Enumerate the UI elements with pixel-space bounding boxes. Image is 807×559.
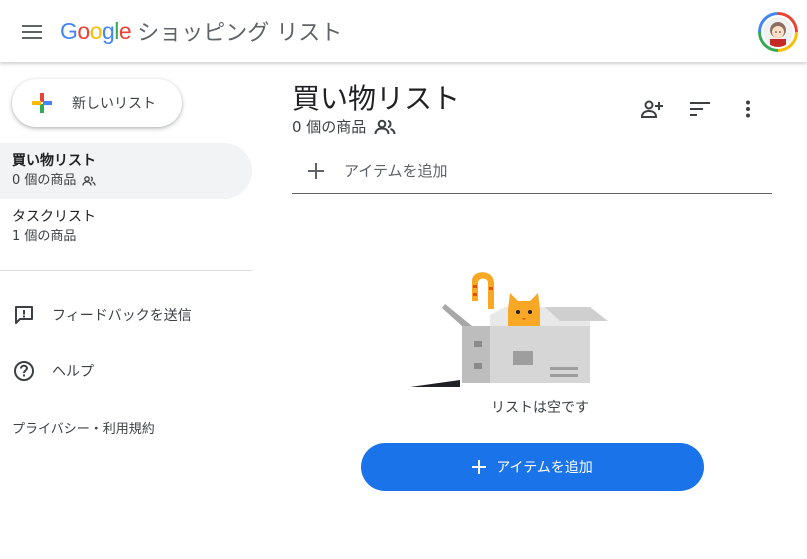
sort-button[interactable] [684, 93, 716, 125]
colored-plus-icon [32, 93, 52, 113]
shared-people-icon [374, 119, 396, 134]
app-name: ショッピング リスト [137, 21, 343, 46]
sort-icon [690, 102, 710, 116]
add-item-button[interactable]: アイテムを追加 [361, 443, 704, 491]
list-count-text: 1 個の商品 [12, 229, 77, 244]
sidebar-item-task-list[interactable]: タスクリスト 1 個の商品 [0, 199, 252, 255]
empty-state-text: リストは空です [491, 400, 589, 416]
menu-icon [22, 25, 42, 39]
feedback-icon [12, 303, 36, 327]
avatar-image [761, 15, 795, 49]
add-item-button-label: アイテムを追加 [496, 460, 593, 476]
send-feedback-link[interactable]: フィードバックを送信 [0, 293, 252, 337]
new-list-button[interactable]: 新しいリスト [12, 79, 182, 127]
list-count: 0 個の商品 [12, 171, 240, 191]
help-link[interactable]: ヘルプ [0, 349, 252, 393]
top-app-bar: Google ショッピング リスト [0, 0, 807, 63]
avatar-illustration-icon [770, 22, 786, 47]
person-add-icon [640, 100, 663, 118]
sidebar: 新しいリスト 買い物リスト 0 個の商品 タスクリスト 1 個の商品 フィードバ… [0, 63, 256, 559]
share-button[interactable] [636, 93, 668, 125]
new-list-label: 新しいリスト [72, 96, 156, 112]
list-count-text: 0 個の商品 [12, 173, 77, 188]
more-options-button[interactable] [732, 93, 764, 125]
more-vert-icon [746, 100, 750, 118]
list-name: タスクリスト [12, 209, 96, 225]
list-subtitle: 0 個の商品 [292, 116, 396, 137]
main-content: 買い物リスト 0 個の商品 アイテムを追加 リストは空です アイテムを追加 [292, 63, 772, 559]
profile-avatar[interactable] [758, 12, 798, 52]
menu-button[interactable] [14, 14, 50, 50]
empty-cat-box-illustration [410, 272, 608, 387]
app-logo[interactable]: Google ショッピング リスト [60, 16, 343, 47]
privacy-terms-link[interactable]: プライバシー・利用規約 [12, 418, 155, 437]
add-item-input[interactable]: アイテムを追加 [292, 148, 772, 194]
help-icon [12, 359, 36, 383]
google-logo-text: Google [60, 17, 132, 44]
sidebar-item-shopping-list[interactable]: 買い物リスト 0 個の商品 [0, 143, 252, 199]
list-name: 買い物リスト [12, 153, 96, 169]
item-count-text: 0 個の商品 [292, 118, 367, 136]
plus-icon [308, 162, 324, 179]
shared-people-icon [82, 176, 97, 186]
plus-icon [472, 460, 487, 474]
sidebar-divider [0, 270, 252, 271]
feedback-label: フィードバックを送信 [52, 308, 192, 324]
add-item-placeholder: アイテムを追加 [344, 162, 448, 180]
help-label: ヘルプ [52, 364, 94, 380]
page-title: 買い物リスト [292, 82, 461, 115]
